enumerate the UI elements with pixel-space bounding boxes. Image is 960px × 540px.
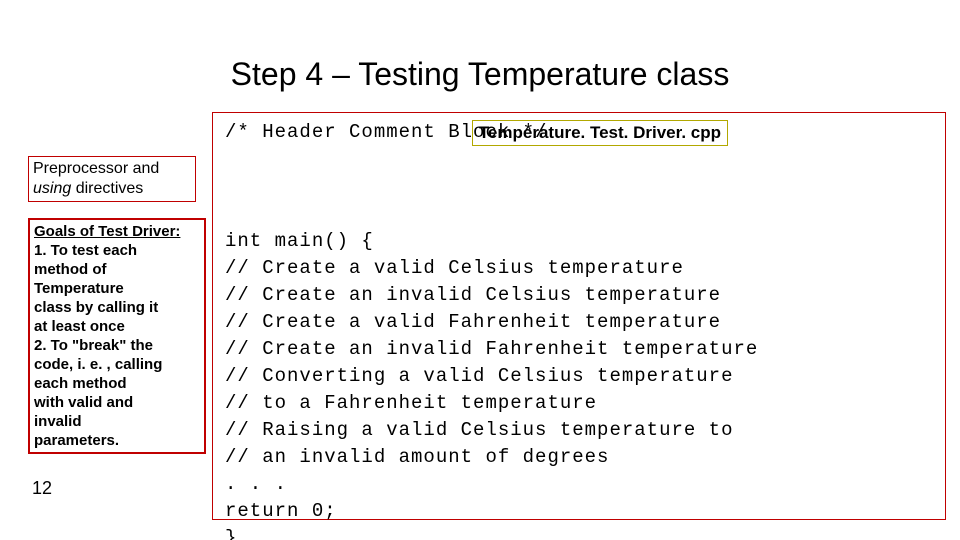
preprocessor-using-word: using — [33, 180, 71, 197]
goals-line: method of — [34, 261, 107, 278]
code-line: // an invalid amount of degrees — [225, 444, 933, 471]
code-line: // Raising a valid Celsius temperature t… — [225, 417, 933, 444]
code-line: // Create a valid Fahrenheit temperature — [225, 309, 933, 336]
goals-header: Goals of Test Driver: — [34, 223, 180, 240]
goals-line: class by calling it — [34, 299, 158, 316]
goals-line: code, i. e. , calling — [34, 356, 162, 373]
goals-line: Temperature — [34, 280, 124, 297]
preprocessor-note-box: Preprocessor and using directives — [28, 156, 196, 202]
goals-line: parameters. — [34, 432, 119, 449]
goals-line: 1. To test each — [34, 242, 137, 259]
goals-line: invalid — [34, 413, 82, 430]
code-line: // Create an invalid Celsius temperature — [225, 282, 933, 309]
code-block: /* Header Comment Block */ int main() { … — [212, 112, 946, 520]
code-line: // Converting a valid Celsius temperatur… — [225, 363, 933, 390]
goals-note-box: Goals of Test Driver: 1. To test each me… — [28, 218, 206, 454]
goals-line: with valid and — [34, 394, 133, 411]
code-line: . . . — [225, 471, 933, 498]
code-line: // Create an invalid Fahrenheit temperat… — [225, 336, 933, 363]
slide-title: Step 4 – Testing Temperature class — [0, 56, 960, 93]
code-line: } — [225, 525, 933, 540]
preprocessor-text: directives — [71, 180, 143, 197]
code-comment-header: /* Header Comment Block */ — [225, 119, 933, 146]
code-line: // to a Fahrenheit temperature — [225, 390, 933, 417]
code-line: return 0; — [225, 498, 933, 525]
code-line: int main() { — [225, 228, 933, 255]
code-line: // Create a valid Celsius temperature — [225, 255, 933, 282]
page-number: 12 — [32, 478, 52, 499]
goals-line: each method — [34, 375, 127, 392]
goals-line: 2. To "break" the — [34, 337, 153, 354]
goals-line: at least once — [34, 318, 125, 335]
preprocessor-text: Preprocessor and — [33, 160, 159, 177]
